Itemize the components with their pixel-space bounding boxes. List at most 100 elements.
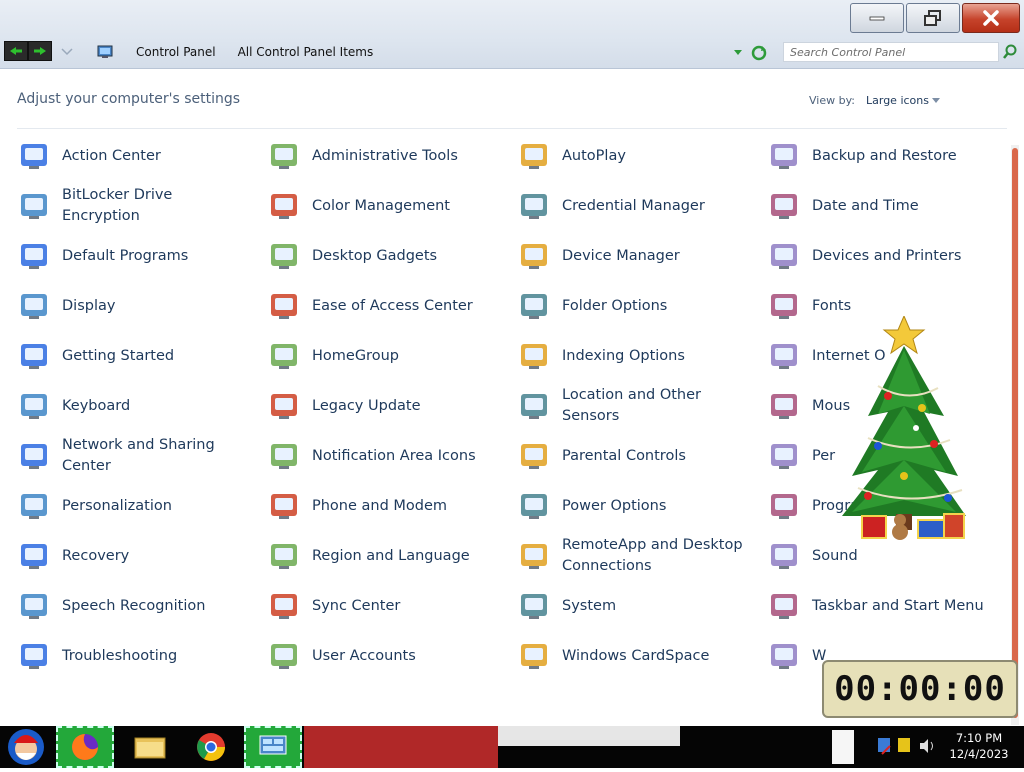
cp-item[interactable]: Windows CardSpace bbox=[500, 633, 752, 679]
cp-item[interactable]: Credential Manager bbox=[500, 183, 752, 229]
control-panel-icon bbox=[97, 45, 113, 58]
cp-item-label: Ease of Access Center bbox=[312, 297, 473, 314]
history-dropdown-icon[interactable] bbox=[60, 46, 74, 56]
volume-tray-icon[interactable] bbox=[920, 739, 933, 753]
cp-item-label: Credential Manager bbox=[562, 197, 705, 214]
cp-item[interactable]: Devices and Printers bbox=[750, 233, 1002, 279]
search-icon[interactable] bbox=[1002, 44, 1018, 60]
cp-item[interactable]: Desktop Gadgets bbox=[250, 233, 502, 279]
view-by-chevron-icon[interactable] bbox=[932, 98, 940, 103]
cp-item-label: Personalization bbox=[62, 497, 172, 514]
speaker-icon bbox=[767, 539, 801, 573]
folder-icon bbox=[134, 737, 166, 759]
sync-icon bbox=[267, 589, 301, 623]
refresh-icon[interactable] bbox=[751, 45, 767, 61]
scrollbar-thumb[interactable] bbox=[1012, 148, 1018, 718]
cp-item[interactable]: BitLocker Drive Encryption bbox=[0, 183, 252, 229]
display-icon bbox=[17, 289, 51, 323]
default-programs-icon bbox=[17, 239, 51, 273]
network-tray-icon[interactable] bbox=[878, 738, 891, 755]
cp-item[interactable]: Default Programs bbox=[0, 233, 252, 279]
cp-item[interactable]: Color Management bbox=[250, 183, 502, 229]
cp-item[interactable]: Phone and Modem bbox=[250, 483, 502, 529]
cp-item[interactable]: Legacy Update bbox=[250, 383, 502, 429]
cp-item[interactable]: Indexing Options bbox=[500, 333, 752, 379]
cp-item-label: Parental Controls bbox=[562, 447, 686, 464]
cp-item[interactable]: Administrative Tools bbox=[250, 133, 502, 179]
taskbar-clock[interactable]: 7:10 PM 12/4/2023 bbox=[944, 730, 1014, 762]
cp-item[interactable]: Display bbox=[0, 283, 252, 329]
restore-icon bbox=[924, 10, 941, 26]
cp-item[interactable]: Location and Other Sensors bbox=[500, 383, 752, 429]
cp-item-label: Location and Other Sensors bbox=[562, 387, 701, 424]
flag-tray-icon[interactable] bbox=[898, 738, 910, 752]
forward-arrow-icon bbox=[34, 47, 46, 55]
taskbar-window-strip[interactable] bbox=[304, 726, 498, 768]
cp-item-label: Getting Started bbox=[62, 347, 175, 364]
cp-item[interactable]: Getting Started bbox=[0, 333, 252, 379]
cp-item[interactable]: User Accounts bbox=[250, 633, 502, 679]
back-button[interactable] bbox=[4, 41, 28, 61]
restore-button[interactable] bbox=[906, 3, 960, 33]
taskbar-window-strip-2[interactable] bbox=[498, 726, 680, 746]
phone-icon bbox=[267, 489, 301, 523]
cp-item[interactable]: Network and Sharing Center bbox=[0, 433, 252, 479]
start-button[interactable] bbox=[0, 726, 52, 768]
cp-item[interactable]: Troubleshooting bbox=[0, 633, 252, 679]
cp-item[interactable]: Date and Time bbox=[750, 183, 1002, 229]
view-by-dropdown[interactable]: Large icons bbox=[866, 94, 929, 107]
breadcrumb-control-panel[interactable]: Control Panel bbox=[136, 45, 216, 59]
cp-item[interactable]: Region and Language bbox=[250, 533, 502, 579]
cp-item-label: Notification Area Icons bbox=[312, 447, 476, 464]
cp-item[interactable]: AutoPlay bbox=[500, 133, 752, 179]
remoteapp-icon bbox=[517, 539, 551, 573]
countdown-timer-gadget[interactable]: 00:00:00 bbox=[822, 660, 1018, 718]
cp-item[interactable]: Action Center bbox=[0, 133, 252, 179]
legacy-update-icon bbox=[267, 389, 301, 423]
cp-item[interactable]: Backup and Restore bbox=[750, 133, 1002, 179]
cp-item[interactable]: System bbox=[500, 583, 752, 629]
cp-item[interactable]: Notification Area Icons bbox=[250, 433, 502, 479]
language-bar[interactable] bbox=[832, 730, 854, 764]
close-button[interactable] bbox=[962, 3, 1020, 33]
taskbar-icon bbox=[767, 589, 801, 623]
cp-item[interactable]: Power Options bbox=[500, 483, 752, 529]
back-arrow-icon bbox=[10, 47, 22, 55]
bitlocker-icon bbox=[17, 189, 51, 223]
cp-item-label: Recovery bbox=[62, 547, 130, 564]
power-icon bbox=[517, 489, 551, 523]
view-by-label: View by: bbox=[809, 94, 855, 107]
mouse-icon bbox=[767, 389, 801, 423]
folder-options-icon bbox=[517, 289, 551, 323]
cp-item-label: Default Programs bbox=[62, 247, 189, 264]
cp-item[interactable]: Personalization bbox=[0, 483, 252, 529]
control-panel-taskbar-icon bbox=[259, 735, 287, 755]
taskbar-chrome[interactable] bbox=[180, 726, 242, 768]
admin-tools-icon bbox=[267, 139, 301, 173]
taskbar-explorer[interactable] bbox=[120, 726, 180, 768]
cp-item[interactable]: Taskbar and Start Menu bbox=[750, 583, 1002, 629]
address-dropdown-icon[interactable] bbox=[734, 50, 742, 55]
taskbar-control-panel[interactable] bbox=[244, 726, 302, 768]
cp-item-label: Taskbar and Start Menu bbox=[812, 597, 984, 614]
cp-item[interactable]: Parental Controls bbox=[500, 433, 752, 479]
microphone-icon bbox=[17, 589, 51, 623]
search-input[interactable]: Search Control Panel bbox=[783, 42, 999, 62]
taskbar-firefox[interactable] bbox=[56, 726, 114, 768]
breadcrumb-all-items[interactable]: All Control Panel Items bbox=[238, 45, 374, 59]
cp-item[interactable]: HomeGroup bbox=[250, 333, 502, 379]
forward-button[interactable] bbox=[28, 41, 52, 61]
minimize-button[interactable] bbox=[850, 3, 904, 33]
cp-item[interactable]: RemoteApp and Desktop Connections bbox=[500, 533, 752, 579]
cp-item[interactable]: Folder Options bbox=[500, 283, 752, 329]
cp-item[interactable]: Ease of Access Center bbox=[250, 283, 502, 329]
cp-item[interactable]: Speech Recognition bbox=[0, 583, 252, 629]
cp-item[interactable]: Keyboard bbox=[0, 383, 252, 429]
cp-item[interactable]: Recovery bbox=[0, 533, 252, 579]
address-bar[interactable]: Control Panel All Control Panel Items bbox=[96, 40, 373, 64]
performance-icon bbox=[767, 439, 801, 473]
cp-item[interactable]: Device Manager bbox=[500, 233, 752, 279]
gadgets-icon bbox=[267, 239, 301, 273]
notification-icon bbox=[267, 439, 301, 473]
cp-item[interactable]: Sync Center bbox=[250, 583, 502, 629]
